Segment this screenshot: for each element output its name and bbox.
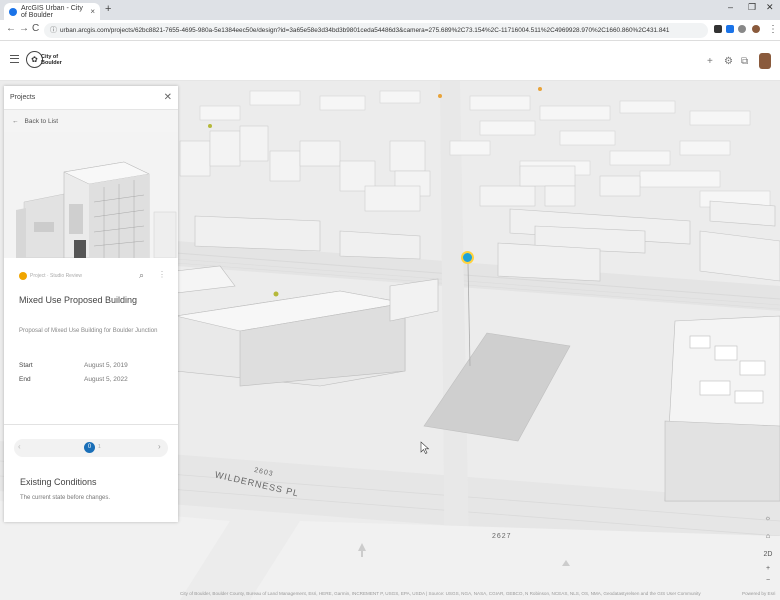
extension-icon[interactable]: [726, 25, 734, 33]
extension-icon[interactable]: [738, 25, 746, 33]
projects-panel: Projects ✕ ← Back to List Project · Stud…: [4, 86, 178, 522]
timeline-step-label: 1: [98, 444, 101, 450]
timeline-knob[interactable]: 0: [84, 442, 95, 453]
address-bar-row: ← → C ⓘ urban.arcgis.com/projects/62bc88…: [0, 20, 780, 41]
start-label: Start: [19, 362, 33, 369]
2d-toggle-button[interactable]: 2D: [762, 551, 774, 558]
profile-avatar-icon[interactable]: [752, 25, 760, 33]
project-description: Proposal of Mixed Use Building for Bould…: [19, 328, 158, 334]
end-date: August 5, 2022: [84, 376, 128, 383]
address-label: 2627: [492, 533, 512, 540]
browser-tab-bar: ArcGIS Urban - City of Boulder × + – ❐ ✕: [0, 0, 780, 20]
new-tab-button[interactable]: +: [105, 3, 111, 15]
daylight-icon[interactable]: ☼: [762, 515, 774, 522]
zoom-to-project-icon[interactable]: ⌕: [139, 270, 144, 281]
close-panel-icon[interactable]: ✕: [164, 92, 172, 103]
scenario-description: The current state before changes.: [20, 495, 111, 501]
window-close-icon[interactable]: ✕: [766, 2, 774, 13]
tab-title: ArcGIS Urban - City of Boulder: [21, 4, 83, 19]
end-label: End: [19, 376, 31, 383]
maximize-icon[interactable]: ❐: [748, 2, 756, 13]
hamburger-menu-icon[interactable]: [10, 55, 19, 63]
logo-text: City of Boulder: [41, 54, 62, 66]
zoom-out-button[interactable]: −: [762, 577, 774, 584]
browser-tab[interactable]: ArcGIS Urban - City of Boulder ×: [4, 3, 100, 20]
more-options-icon[interactable]: ⋮: [158, 270, 166, 279]
back-to-list-label: Back to List: [24, 117, 59, 125]
scenario-title: Existing Conditions: [20, 477, 97, 487]
reload-icon[interactable]: C: [32, 23, 39, 34]
forward-icon[interactable]: →: [19, 23, 29, 34]
scenario-timeline: ‹ 0 1 › Existing Conditions The current …: [4, 424, 178, 522]
timeline-prev-icon[interactable]: ‹: [18, 442, 21, 451]
app-header: ✿ City of Boulder + ⚙ ⧉: [0, 41, 780, 81]
url-text: urban.arcgis.com/projects/62bc8821-7655-…: [60, 27, 670, 34]
favicon-icon: [9, 7, 17, 16]
timeline-slider[interactable]: ‹ 0 1 ›: [14, 439, 168, 457]
building-render-image: [4, 132, 178, 258]
timeline-next-icon[interactable]: ›: [158, 442, 161, 451]
powered-by-esri[interactable]: Powered by Esri: [742, 591, 775, 596]
start-date: August 5, 2019: [84, 362, 128, 369]
url-field[interactable]: ⓘ urban.arcgis.com/projects/62bc8821-765…: [44, 23, 708, 38]
back-icon[interactable]: ←: [6, 23, 16, 34]
project-type: Project · Studio Review: [19, 272, 82, 280]
share-icon[interactable]: ⧉: [741, 56, 748, 67]
tab-close-icon[interactable]: ×: [90, 7, 95, 16]
home-icon[interactable]: ⌂: [762, 533, 774, 540]
map-attribution: City of Boulder, Boulder County, Bureau …: [180, 591, 701, 596]
zoom-in-button[interactable]: +: [762, 565, 774, 572]
add-icon[interactable]: +: [707, 56, 713, 67]
project-status-icon: [19, 272, 27, 280]
minimize-icon[interactable]: –: [728, 2, 733, 12]
back-arrow-icon: ←: [12, 117, 19, 125]
project-details: Project · Studio Review ⌕ ⋮ Mixed Use Pr…: [4, 258, 178, 424]
back-to-list-link[interactable]: ← Back to List: [4, 110, 178, 132]
browser-menu-icon[interactable]: ⋮: [768, 24, 778, 35]
extension-icon[interactable]: [714, 25, 722, 33]
site-info-icon[interactable]: ⓘ: [50, 23, 57, 38]
user-avatar[interactable]: [759, 53, 771, 69]
panel-title: Projects: [10, 94, 36, 101]
project-thumbnail: [4, 132, 178, 258]
settings-icon[interactable]: ⚙: [724, 56, 733, 67]
panel-header: Projects ✕: [4, 86, 178, 110]
project-location-pin-icon[interactable]: [461, 251, 474, 264]
project-title: Mixed Use Proposed Building: [19, 295, 138, 305]
project-type-label: Project · Studio Review: [30, 273, 82, 279]
